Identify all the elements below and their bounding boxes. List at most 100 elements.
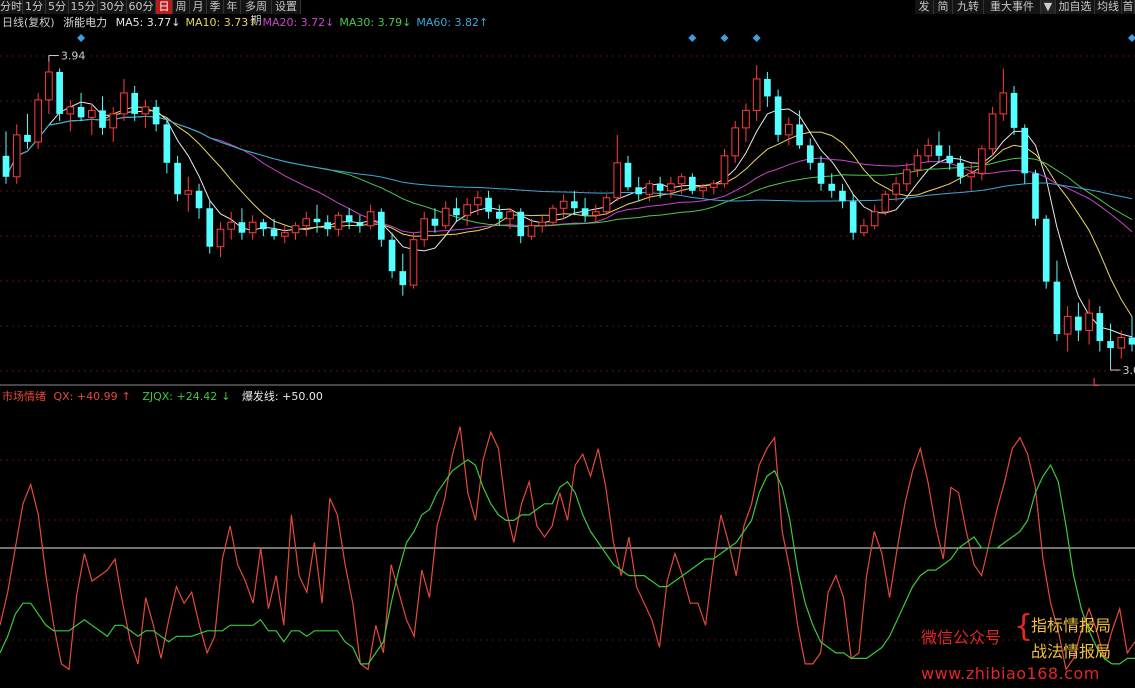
candle-body: [581, 208, 589, 216]
toolbar-right-item-5[interactable]: 加自选: [1056, 0, 1095, 14]
period-tab-6[interactable]: 日: [156, 0, 173, 14]
signal-diamond: [720, 34, 729, 42]
candle-body: [591, 211, 600, 216]
candle-body: [806, 145, 814, 163]
toolbar-right-item-0[interactable]: 发: [915, 0, 934, 14]
candle-body: [677, 176, 686, 185]
candle-body: [378, 211, 385, 240]
candle-body: [571, 201, 578, 209]
candle-body: [1042, 218, 1050, 282]
candle-body: [645, 183, 654, 195]
candle-body: [764, 78, 771, 97]
candle-body: [752, 78, 761, 111]
candle-body: [860, 225, 868, 234]
candle-body: [399, 271, 407, 286]
candle-body: [709, 183, 718, 188]
candle-body: [366, 211, 375, 227]
candlestick-chart: 3.94 3.09 L: [0, 34, 1135, 386]
period-tab-2[interactable]: 5分: [46, 0, 69, 14]
candle-body: [1128, 337, 1135, 345]
candle-body: [688, 176, 696, 191]
candle-body: [1021, 127, 1029, 174]
candle-body: [988, 113, 997, 150]
candle-body: [624, 162, 632, 188]
period-tab-9[interactable]: 季: [207, 0, 224, 14]
period-tab-5[interactable]: 60分: [127, 0, 156, 14]
candle-body: [313, 218, 321, 223]
candle-body: [45, 71, 53, 101]
candle-body: [87, 109, 96, 118]
candle-body: [356, 222, 364, 226]
toolbar-right-item-1[interactable]: 简: [934, 0, 953, 14]
period-tab-3[interactable]: 15分: [69, 0, 98, 14]
candle-body: [1063, 316, 1072, 335]
candle-body: [463, 204, 471, 216]
period-tab-11[interactable]: 多周期: [241, 0, 272, 27]
candle-body: [902, 169, 911, 185]
period-toolbar: 分时 1分 5分 15分 30分 60分日周月季年多周期 设置 发简九转 重大事件 ▼ 加自选 均线首: [0, 0, 1135, 27]
candle-body: [12, 134, 21, 178]
candle-body: [1010, 92, 1018, 128]
toolbar-right-item-4[interactable]: ▼: [1041, 0, 1056, 14]
candle-body: [324, 222, 332, 230]
period-tab-8[interactable]: 月: [190, 0, 207, 14]
candle-body: [924, 144, 933, 157]
candle-body: [978, 148, 986, 174]
candle-body: [206, 208, 214, 247]
period-tab-4[interactable]: 30分: [98, 0, 127, 14]
candle-body: [409, 239, 418, 286]
candle-body: [216, 228, 225, 248]
candle-body: [141, 106, 150, 115]
candle-body: [935, 145, 943, 156]
candle-body: [1053, 281, 1061, 335]
candle-body: [731, 127, 740, 157]
toolbar-right-item-6[interactable]: 均线: [1095, 0, 1122, 14]
candle-body: [77, 106, 85, 118]
candle-body: [720, 155, 729, 185]
candle-body: [420, 218, 429, 241]
candle-body: [870, 211, 879, 227]
candle-body: [527, 225, 536, 237]
toolbar-right-item-3[interactable]: 重大事件: [984, 0, 1041, 14]
toolbar-right-item-7[interactable]: 首: [1122, 0, 1135, 14]
period-tab-0[interactable]: 分时: [0, 0, 23, 14]
candle-body: [334, 214, 343, 230]
candle-body: [485, 197, 492, 212]
candle-body: [892, 183, 900, 195]
period-tab-7[interactable]: 周: [173, 0, 190, 14]
candle-body: [1107, 341, 1114, 349]
candle-body: [699, 186, 707, 192]
candle-body: [967, 172, 975, 178]
candle-body: [1096, 313, 1104, 342]
candle-body: [109, 113, 118, 129]
candle-body: [849, 201, 857, 233]
watermark-url: www.zhibiao168.com: [921, 664, 1100, 683]
candle-body: [474, 197, 482, 206]
period-tab-12[interactable]: 设置: [272, 0, 301, 14]
candle-body: [913, 155, 922, 171]
candle-body: [195, 190, 203, 209]
candle-body: [34, 99, 42, 143]
low-marker: L: [1093, 376, 1100, 386]
candle-body: [828, 183, 836, 191]
candle-body: [538, 221, 547, 227]
candle-body: [774, 96, 782, 135]
candle-body: [517, 211, 525, 237]
candle-body: [270, 229, 278, 237]
period-tab-10[interactable]: 年: [224, 0, 241, 14]
candle-body: [881, 193, 890, 213]
candle-body: [227, 221, 236, 230]
toolbar-right-item-2[interactable]: 九转: [953, 0, 984, 14]
watermark-line1: 指标情报局: [1031, 616, 1112, 635]
period-tab-1[interactable]: 1分: [23, 0, 46, 14]
candle-body: [635, 187, 643, 195]
candle-body: [839, 190, 846, 202]
candle-body: [280, 232, 289, 237]
candle-body: [796, 124, 803, 146]
candle-body: [1117, 337, 1126, 349]
candle-body: [248, 221, 257, 234]
candle-body: [345, 215, 353, 223]
signal-diamond: [752, 34, 761, 42]
candle-body: [453, 208, 460, 216]
watermark-line2: 战法情报局: [1031, 642, 1112, 661]
